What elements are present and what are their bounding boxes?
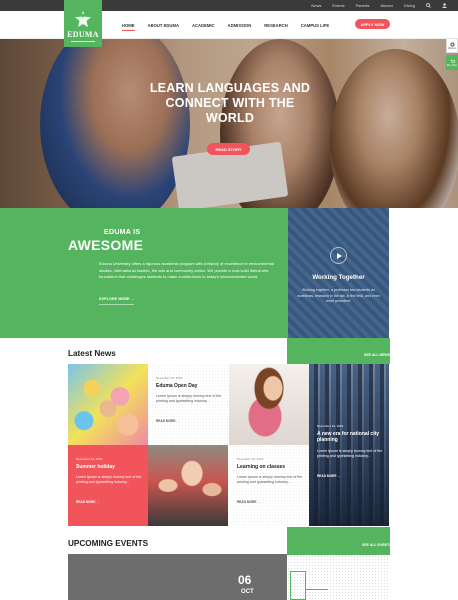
news-title[interactable]: A new era for national city planning: [317, 431, 383, 443]
read-more-link[interactable]: READ MORE →: [317, 474, 341, 478]
event-frame: [290, 571, 306, 600]
working-title: Working Together: [312, 274, 365, 281]
apply-now-button[interactable]: APPLY NOW: [355, 19, 390, 29]
user-icon[interactable]: [442, 3, 447, 8]
read-more-link[interactable]: READ MORE →: [76, 500, 100, 504]
about-section: EDUMA IS AWESOME Eduma University offers…: [0, 208, 288, 338]
logo[interactable]: EDUMA: [64, 0, 102, 47]
news-card[interactable]: November 10, 2016 Summer holiday Lorem I…: [68, 445, 148, 526]
top-link-parents[interactable]: Parents: [356, 3, 370, 8]
nav-admission[interactable]: ADMISSION: [228, 23, 252, 28]
upcoming-events-heading: UPCOMING EVENTS: [68, 539, 149, 548]
about-description: Eduma University offers a rigorous acade…: [99, 261, 274, 279]
nav-academic[interactable]: ACADEMIC: [192, 23, 215, 28]
see-all-news-link[interactable]: SEE ALL NEWS: [364, 353, 390, 357]
nav-about[interactable]: ABOUT EDUMA: [148, 23, 179, 28]
hero-title: LEARN LANGUAGES AND CONNECT WITH THE WOR…: [130, 81, 330, 126]
nav-home[interactable]: HOME: [122, 23, 135, 31]
news-date: November 10, 2016: [156, 376, 183, 380]
working-together-card: Working Together Working together, a pro…: [288, 208, 389, 338]
news-title[interactable]: Learning on classes: [237, 464, 303, 470]
read-more-link[interactable]: READ MORE →: [156, 419, 180, 423]
background-photo: [288, 208, 389, 338]
events-accent-block: [287, 527, 390, 555]
hero-title-line: WORLD: [205, 111, 255, 125]
main-nav: HOME ABOUT EDUMA ACADEMIC ADMISSION RESE…: [122, 11, 342, 39]
top-link-alumni[interactable]: Alumni: [380, 3, 392, 8]
news-excerpt: Lorem Ipsum is simply dummy text of the …: [76, 475, 142, 485]
news-accent-block: [287, 338, 390, 364]
event-card[interactable]: [68, 554, 287, 600]
news-grid: November 10, 2016 Eduma Open Day Lorem I…: [68, 364, 390, 526]
top-links: News Events Parents Alumni Giving: [311, 0, 458, 11]
event-month: OCT: [241, 589, 254, 595]
logo-star-icon: [74, 10, 92, 28]
about-eyebrow: EDUMA IS: [104, 229, 141, 236]
latest-news-heading: Latest News: [68, 349, 116, 358]
news-card[interactable]: November 10, 2016 A new era for national…: [309, 364, 389, 526]
news-excerpt: Lorem Ipsum is simply dummy text of the …: [237, 475, 303, 485]
search-icon[interactable]: [426, 3, 431, 8]
news-date: November 10, 2016: [317, 424, 344, 428]
news-image[interactable]: [68, 364, 148, 445]
news-card[interactable]: November 10, 2016 Eduma Open Day Lorem I…: [148, 364, 228, 445]
nav-campus-life[interactable]: CAMPUS LIFE: [301, 23, 329, 28]
divider: [99, 304, 134, 305]
see-all-events-link[interactable]: SEE ALL EVENTS: [362, 543, 392, 547]
news-date: November 10, 2016: [237, 457, 264, 461]
news-excerpt: Lorem Ipsum is simply dummy text of the …: [317, 449, 383, 459]
hero-banner: LEARN LANGUAGES AND CONNECT WITH THE WOR…: [0, 39, 458, 208]
news-image[interactable]: [229, 364, 309, 445]
news-title[interactable]: Eduma Open Day: [156, 383, 222, 389]
news-card[interactable]: November 10, 2016 Learning on classes Lo…: [229, 445, 309, 526]
options-tab[interactable]: Options: [446, 38, 458, 53]
hero-title-line: CONNECT WITH THE: [165, 96, 295, 110]
options-tab-label: Options: [447, 46, 457, 50]
play-video-button[interactable]: [330, 247, 347, 264]
play-icon: [336, 252, 342, 259]
top-link-giving[interactable]: Giving: [404, 3, 415, 8]
top-link-news[interactable]: News: [311, 3, 321, 8]
logo-text: EDUMA: [67, 30, 99, 39]
news-date: November 10, 2016: [76, 457, 103, 461]
nav-research[interactable]: RESEARCH: [264, 23, 288, 28]
buy-now-tab-label: Buy Now: [446, 63, 457, 67]
about-title: AWESOME: [68, 237, 144, 253]
event-line: [306, 589, 328, 590]
buy-now-tab[interactable]: Buy Now: [446, 55, 458, 70]
read-more-link[interactable]: READ MORE →: [237, 500, 261, 504]
read-story-button[interactable]: READ STORY: [207, 143, 250, 155]
news-excerpt: Lorem Ipsum is simply dummy text of the …: [156, 394, 222, 404]
explore-more-link[interactable]: EXPLORE MORE →: [99, 297, 134, 301]
top-link-events[interactable]: Events: [332, 3, 344, 8]
event-day: 06: [238, 573, 252, 587]
news-image[interactable]: [148, 445, 228, 526]
logo-underline: [71, 41, 95, 42]
news-title[interactable]: Summer holiday: [76, 464, 142, 470]
hero-title-line: LEARN LANGUAGES AND: [149, 81, 311, 95]
working-description: Working together, a professor two studen…: [297, 288, 380, 303]
